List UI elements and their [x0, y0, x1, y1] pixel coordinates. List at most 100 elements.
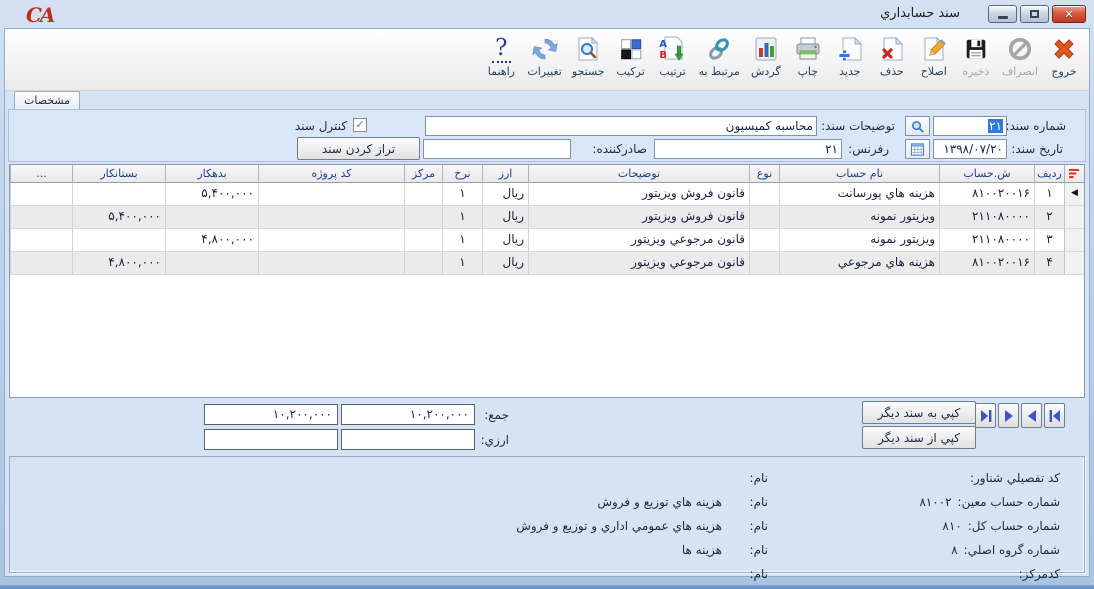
toolbar-item-edit[interactable]: اصلاح — [913, 33, 955, 79]
grid-column-header: ارز — [482, 165, 528, 183]
toolbar-item-changes[interactable]: تغييرات — [522, 33, 567, 79]
save-icon — [961, 34, 991, 64]
cell-radif[interactable]: ۳ — [1034, 229, 1064, 252]
nav-last-icon — [980, 409, 992, 423]
cell-more[interactable] — [10, 183, 72, 206]
grid-column-header: نوع — [749, 165, 779, 183]
restore-button[interactable] — [1020, 5, 1049, 23]
cell-account-no[interactable]: ۸۱۰۰۲۰۰۱۶ — [939, 252, 1034, 275]
toolbar-item-new[interactable]: جديد — [829, 33, 871, 79]
cell-center[interactable] — [404, 206, 442, 229]
issuer-input[interactable] — [423, 139, 571, 159]
row-indicator[interactable] — [1064, 252, 1084, 275]
cell-rate[interactable]: ۱ — [442, 229, 482, 252]
toolbar-item-related[interactable]: مرتبط به — [694, 33, 745, 79]
toolbar-item-print[interactable]: چاپ — [787, 33, 829, 79]
toolbar-item-help[interactable]: ? راهنما — [480, 33, 522, 79]
copy-to-document-button[interactable]: کپي به سند ديگر — [862, 401, 976, 424]
cell-more[interactable] — [10, 206, 72, 229]
search-icon — [573, 34, 603, 64]
cell-center[interactable] — [404, 229, 442, 252]
entries-grid: رديفش.حسابنام حسابنوعتوضيحاتارزنرخمرکزکد… — [9, 164, 1085, 398]
toolbar-item-delete[interactable]: حذف — [871, 33, 913, 79]
table-row[interactable]: ۲ ۲۱۱۰۸۰۰۰۰ ويزيتور نمونه قانون فروش ويز… — [10, 206, 1084, 229]
copy-from-document-button[interactable]: کپي از سند ديگر — [862, 426, 976, 449]
account-info-label: شماره حساب کل: — [968, 519, 1060, 533]
row-indicator[interactable] — [1064, 206, 1084, 229]
reference-input[interactable]: ۲۱ — [654, 139, 842, 159]
toolbar-item-search[interactable]: جستجو — [567, 33, 610, 79]
cell-rate[interactable]: ۱ — [442, 252, 482, 275]
toolbar-item-exit[interactable]: خروج — [1043, 33, 1085, 79]
cell-project-code[interactable] — [258, 252, 404, 275]
row-indicator[interactable]: ◀ — [1064, 183, 1084, 206]
cell-description[interactable]: قانون مرجوعي ويزيتور — [528, 229, 749, 252]
cell-rate[interactable]: ۱ — [442, 183, 482, 206]
nav-prev-button[interactable] — [1021, 403, 1042, 428]
cell-more[interactable] — [10, 252, 72, 275]
cell-debit[interactable] — [165, 206, 258, 229]
close-button[interactable]: ✕ — [1052, 5, 1086, 23]
calendar-button[interactable] — [905, 139, 930, 159]
cell-description[interactable]: قانون مرجوعي ويزيتور — [528, 252, 749, 275]
cell-type[interactable] — [749, 252, 779, 275]
doc-date-input[interactable]: ۱۳۹۸/۰۷/۲۰ — [933, 139, 1007, 159]
grid-column-header: ش.حساب — [939, 165, 1034, 183]
table-row[interactable]: ۳ ۲۱۱۰۸۰۰۰۰ ويزيتور نمونه قانون مرجوعي و… — [10, 229, 1084, 252]
minimize-button[interactable] — [988, 5, 1017, 23]
name-label: نام: — [722, 495, 768, 509]
cell-radif[interactable]: ۱ — [1034, 183, 1064, 206]
toolbar-item-turnover[interactable]: گردش — [745, 33, 787, 79]
row-indicator[interactable] — [1064, 229, 1084, 252]
table-row[interactable]: ◀ ۱ ۸۱۰۰۲۰۰۱۶ هزينه هاي پورسانت قانون فر… — [10, 183, 1084, 206]
cell-center[interactable] — [404, 183, 442, 206]
row-selector-header[interactable] — [1064, 165, 1084, 183]
tab-specifications[interactable]: مشخصات — [14, 91, 80, 109]
cell-project-code[interactable] — [258, 206, 404, 229]
cell-credit[interactable] — [72, 229, 165, 252]
cell-radif[interactable]: ۴ — [1034, 252, 1064, 275]
cell-type[interactable] — [749, 183, 779, 206]
cell-credit[interactable]: ۵,۴۰۰,۰۰۰ — [72, 206, 165, 229]
cell-description[interactable]: قانون فروش ويزيتور — [528, 183, 749, 206]
cell-radif[interactable]: ۲ — [1034, 206, 1064, 229]
cell-project-code[interactable] — [258, 229, 404, 252]
cell-account-no[interactable]: ۸۱۰۰۲۰۰۱۶ — [939, 183, 1034, 206]
cell-currency[interactable]: ريال — [482, 206, 528, 229]
delete-icon — [877, 34, 907, 64]
cell-debit[interactable]: ۴,۸۰۰,۰۰۰ — [165, 229, 258, 252]
cell-account-name[interactable]: ويزيتور نمونه — [779, 206, 939, 229]
cell-currency[interactable]: ريال — [482, 229, 528, 252]
balance-document-button[interactable]: تراز کردن سند — [297, 137, 420, 160]
client-area: خروج انصراف ذخيره اصلاح حذف جديد — [4, 28, 1090, 577]
cell-account-name[interactable]: ويزيتور نمونه — [779, 229, 939, 252]
doc-number-search-button[interactable] — [905, 116, 930, 136]
nav-last-button[interactable] — [975, 403, 996, 428]
cell-project-code[interactable] — [258, 183, 404, 206]
cell-account-name[interactable]: هزينه هاي پورسانت — [779, 183, 939, 206]
cell-currency[interactable]: ريال — [482, 183, 528, 206]
cell-credit[interactable]: ۴,۸۰۰,۰۰۰ — [72, 252, 165, 275]
search-icon — [910, 119, 925, 134]
doc-description-input[interactable]: محاسبه کميسيون — [425, 116, 817, 136]
cell-debit[interactable] — [165, 252, 258, 275]
nav-first-button[interactable] — [1044, 403, 1065, 428]
cell-center[interactable] — [404, 252, 442, 275]
cell-type[interactable] — [749, 206, 779, 229]
doc-control-checkbox[interactable] — [353, 118, 367, 132]
cell-account-no[interactable]: ۲۱۱۰۸۰۰۰۰ — [939, 229, 1034, 252]
cell-account-name[interactable]: هزينه هاي مرجوعي — [779, 252, 939, 275]
doc-number-input[interactable]: ۲۱ — [933, 116, 1007, 136]
table-row[interactable]: ۴ ۸۱۰۰۲۰۰۱۶ هزينه هاي مرجوعي قانون مرجوع… — [10, 252, 1084, 275]
cell-credit[interactable] — [72, 183, 165, 206]
toolbar-item-compose[interactable]: ترکيب — [610, 33, 652, 79]
cell-debit[interactable]: ۵,۴۰۰,۰۰۰ — [165, 183, 258, 206]
nav-next-button[interactable] — [998, 403, 1019, 428]
cell-account-no[interactable]: ۲۱۱۰۸۰۰۰۰ — [939, 206, 1034, 229]
cell-more[interactable] — [10, 229, 72, 252]
cell-rate[interactable]: ۱ — [442, 206, 482, 229]
cell-type[interactable] — [749, 229, 779, 252]
toolbar-item-order[interactable]: AB ترتيب — [652, 33, 694, 79]
cell-description[interactable]: قانون فروش ويزيتور — [528, 206, 749, 229]
cell-currency[interactable]: ريال — [482, 252, 528, 275]
